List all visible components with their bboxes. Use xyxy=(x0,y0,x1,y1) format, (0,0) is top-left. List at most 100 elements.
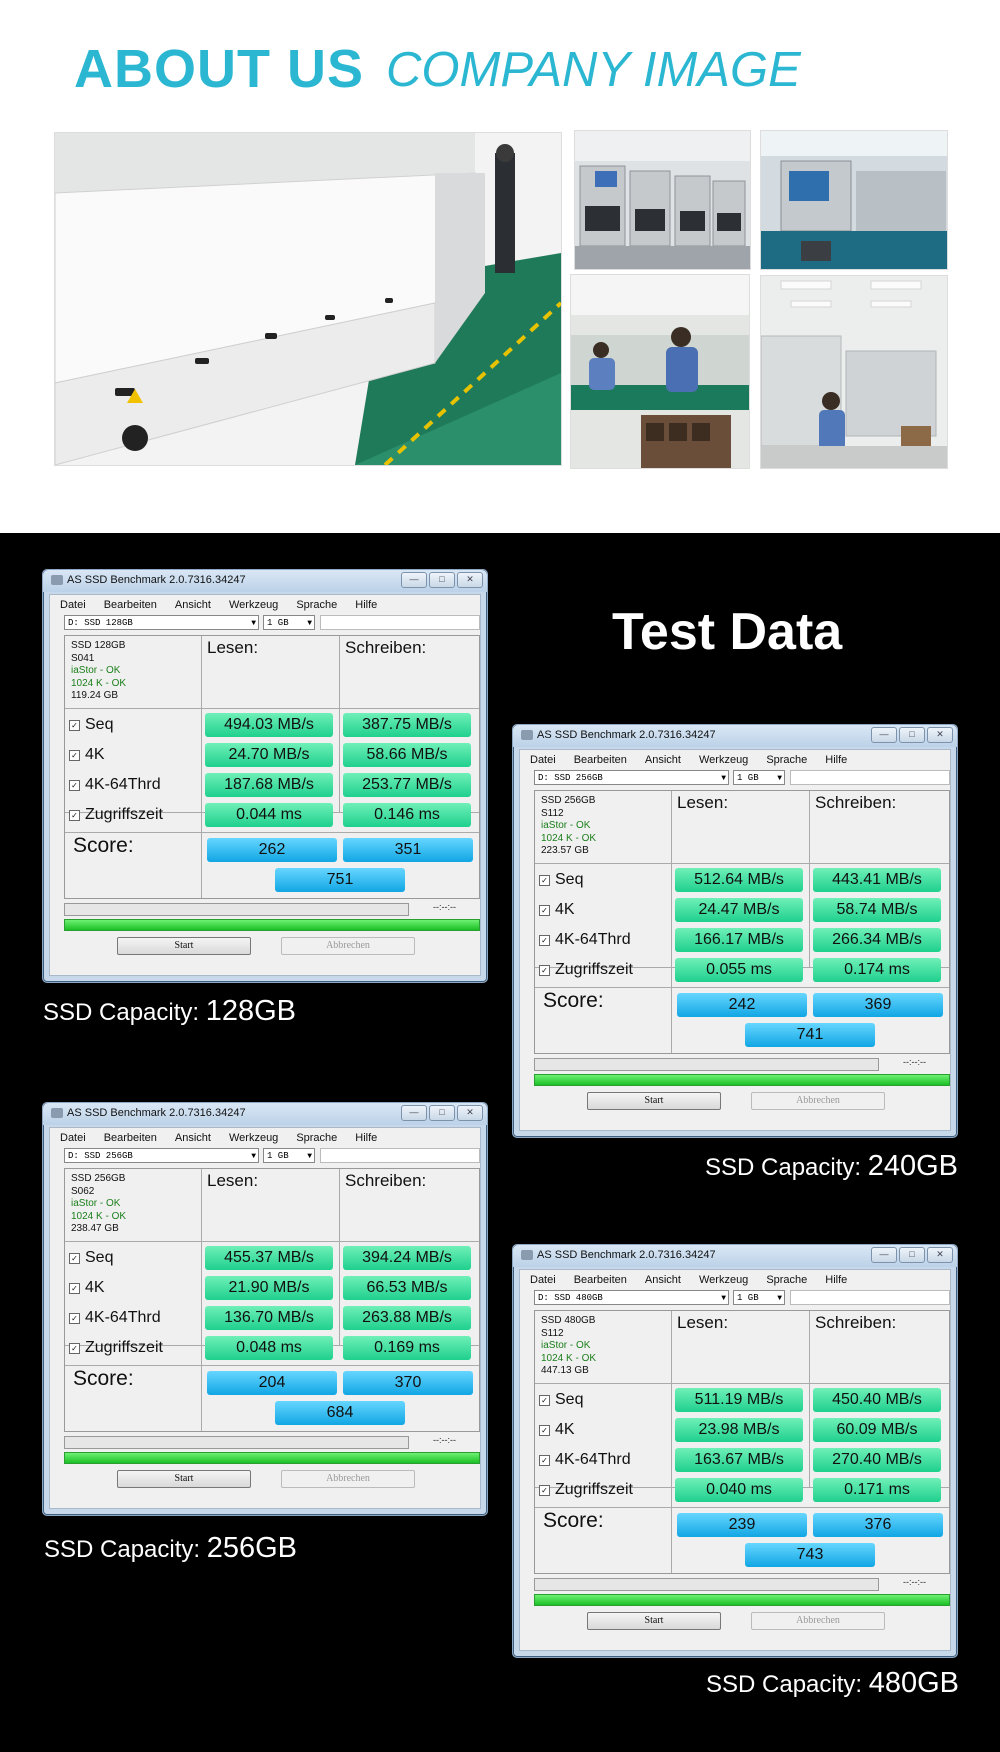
minimize-button[interactable]: — xyxy=(401,572,427,588)
menu-bar: Datei Bearbeiten Ansicht Werkzeug Sprach… xyxy=(60,599,377,611)
4k64-row-label[interactable]: ✓ 4K-64Thrd xyxy=(69,1309,161,1327)
factory-photo-main xyxy=(54,132,562,466)
checkbox-icon[interactable]: ✓ xyxy=(539,1455,550,1466)
checkbox-icon[interactable]: ✓ xyxy=(539,935,550,946)
start-button[interactable]: Start xyxy=(587,1092,721,1110)
menu-ansicht[interactable]: Ansicht xyxy=(175,599,211,611)
drive-select[interactable]: D: SSD 480GB ▼ xyxy=(534,1290,729,1305)
4k-row-label[interactable]: ✓ 4K xyxy=(69,1279,105,1297)
app-icon xyxy=(51,575,63,585)
checkbox-icon[interactable]: ✓ xyxy=(539,965,550,976)
maximize-button[interactable]: □ xyxy=(899,1247,925,1263)
access-row-label[interactable]: ✓ Zugriffszeit xyxy=(69,1339,163,1357)
minimize-button[interactable]: — xyxy=(871,1247,897,1263)
menu-bearbeiten[interactable]: Bearbeiten xyxy=(104,1132,157,1144)
drive-select[interactable]: D: SSD 256GB ▼ xyxy=(64,1148,259,1163)
app-icon xyxy=(521,730,533,740)
menu-bearbeiten[interactable]: Bearbeiten xyxy=(574,754,627,766)
size-select[interactable]: 1 GB ▼ xyxy=(263,615,315,630)
4k-row-label[interactable]: ✓ 4K xyxy=(539,1421,575,1439)
menu-datei[interactable]: Datei xyxy=(60,599,86,611)
size-select[interactable]: 1 GB ▼ xyxy=(263,1148,315,1163)
checkbox-icon[interactable]: ✓ xyxy=(69,780,80,791)
abort-button[interactable]: Abbrechen xyxy=(281,937,415,955)
checkbox-icon[interactable]: ✓ xyxy=(69,720,80,731)
access-row-label[interactable]: ✓ Zugriffszeit xyxy=(69,806,163,824)
maximize-button[interactable]: □ xyxy=(899,727,925,743)
checkbox-icon[interactable]: ✓ xyxy=(69,750,80,761)
close-button[interactable]: ✕ xyxy=(927,1247,953,1263)
close-button[interactable]: ✕ xyxy=(457,572,483,588)
maximize-button[interactable]: □ xyxy=(429,572,455,588)
minimize-button[interactable]: — xyxy=(401,1105,427,1121)
menu-ansicht[interactable]: Ansicht xyxy=(175,1132,211,1144)
4k64-row-label[interactable]: ✓ 4K-64Thrd xyxy=(539,1451,631,1469)
4k-read-value: 24.70 MB/s xyxy=(205,743,333,767)
score-write: 376 xyxy=(813,1513,943,1537)
menu-hilfe[interactable]: Hilfe xyxy=(355,599,377,611)
drive-select[interactable]: D: SSD 128GB ▼ xyxy=(64,615,259,630)
menu-ansicht[interactable]: Ansicht xyxy=(645,1274,681,1286)
checkbox-icon[interactable]: ✓ xyxy=(69,1253,80,1264)
status-bar xyxy=(64,919,480,931)
4k64-row-label[interactable]: ✓ 4K-64Thrd xyxy=(69,776,161,794)
start-button[interactable]: Start xyxy=(117,937,251,955)
window-client: Datei Bearbeiten Ansicht Werkzeug Sprach… xyxy=(519,1269,951,1651)
menu-sprache[interactable]: Sprache xyxy=(766,754,807,766)
access-row-label[interactable]: ✓ Zugriffszeit xyxy=(539,961,633,979)
checkbox-icon[interactable]: ✓ xyxy=(539,875,550,886)
checkbox-icon[interactable]: ✓ xyxy=(539,1395,550,1406)
read-header: Lesen: xyxy=(677,793,729,812)
start-button[interactable]: Start xyxy=(117,1470,251,1488)
menu-hilfe[interactable]: Hilfe xyxy=(825,1274,847,1286)
menu-sprache[interactable]: Sprache xyxy=(296,599,337,611)
checkbox-icon[interactable]: ✓ xyxy=(69,1343,80,1354)
seq-row-label[interactable]: ✓ Seq xyxy=(539,871,583,889)
checkbox-icon[interactable]: ✓ xyxy=(69,810,80,821)
menu-werkzeug[interactable]: Werkzeug xyxy=(699,754,748,766)
4k-row-label[interactable]: ✓ 4K xyxy=(539,901,575,919)
menu-ansicht[interactable]: Ansicht xyxy=(645,754,681,766)
seq-row-label[interactable]: ✓ Seq xyxy=(69,1249,113,1267)
size-select[interactable]: 1 GB ▼ xyxy=(733,1290,785,1305)
menu-werkzeug[interactable]: Werkzeug xyxy=(699,1274,748,1286)
window-titlebar: AS SSD Benchmark 2.0.7316.34247 — □ ✕ xyxy=(513,725,957,747)
start-button[interactable]: Start xyxy=(587,1612,721,1630)
menu-sprache[interactable]: Sprache xyxy=(296,1132,337,1144)
menu-sprache[interactable]: Sprache xyxy=(766,1274,807,1286)
menu-datei[interactable]: Datei xyxy=(60,1132,86,1144)
abort-button[interactable]: Abbrechen xyxy=(751,1092,885,1110)
access-write-value: 0.174 ms xyxy=(813,958,941,982)
read-header: Lesen: xyxy=(207,638,259,657)
menu-datei[interactable]: Datei xyxy=(530,754,556,766)
status-field xyxy=(320,1148,480,1163)
checkbox-icon[interactable]: ✓ xyxy=(539,905,550,916)
alignment-status: 1024 K - OK xyxy=(541,1352,597,1364)
abort-button[interactable]: Abbrechen xyxy=(751,1612,885,1630)
write-header: Schreiben: xyxy=(345,1171,427,1190)
menu-bearbeiten[interactable]: Bearbeiten xyxy=(104,599,157,611)
menu-werkzeug[interactable]: Werkzeug xyxy=(229,599,278,611)
menu-hilfe[interactable]: Hilfe xyxy=(355,1132,377,1144)
abort-button[interactable]: Abbrechen xyxy=(281,1470,415,1488)
4k64-row-label[interactable]: ✓ 4K-64Thrd xyxy=(539,931,631,949)
seq-row-label[interactable]: ✓ Seq xyxy=(539,1391,583,1409)
checkbox-icon[interactable]: ✓ xyxy=(539,1425,550,1436)
drive-select[interactable]: D: SSD 256GB ▼ xyxy=(534,770,729,785)
menu-datei[interactable]: Datei xyxy=(530,1274,556,1286)
status-field xyxy=(790,770,950,785)
minimize-button[interactable]: — xyxy=(871,727,897,743)
seq-row-label[interactable]: ✓ Seq xyxy=(69,716,113,734)
checkbox-icon[interactable]: ✓ xyxy=(539,1485,550,1496)
menu-werkzeug[interactable]: Werkzeug xyxy=(229,1132,278,1144)
menu-bearbeiten[interactable]: Bearbeiten xyxy=(574,1274,627,1286)
access-row-label[interactable]: ✓ Zugriffszeit xyxy=(539,1481,633,1499)
4k-row-label[interactable]: ✓ 4K xyxy=(69,746,105,764)
checkbox-icon[interactable]: ✓ xyxy=(69,1283,80,1294)
maximize-button[interactable]: □ xyxy=(429,1105,455,1121)
size-select[interactable]: 1 GB ▼ xyxy=(733,770,785,785)
menu-hilfe[interactable]: Hilfe xyxy=(825,754,847,766)
close-button[interactable]: ✕ xyxy=(927,727,953,743)
checkbox-icon[interactable]: ✓ xyxy=(69,1313,80,1324)
close-button[interactable]: ✕ xyxy=(457,1105,483,1121)
